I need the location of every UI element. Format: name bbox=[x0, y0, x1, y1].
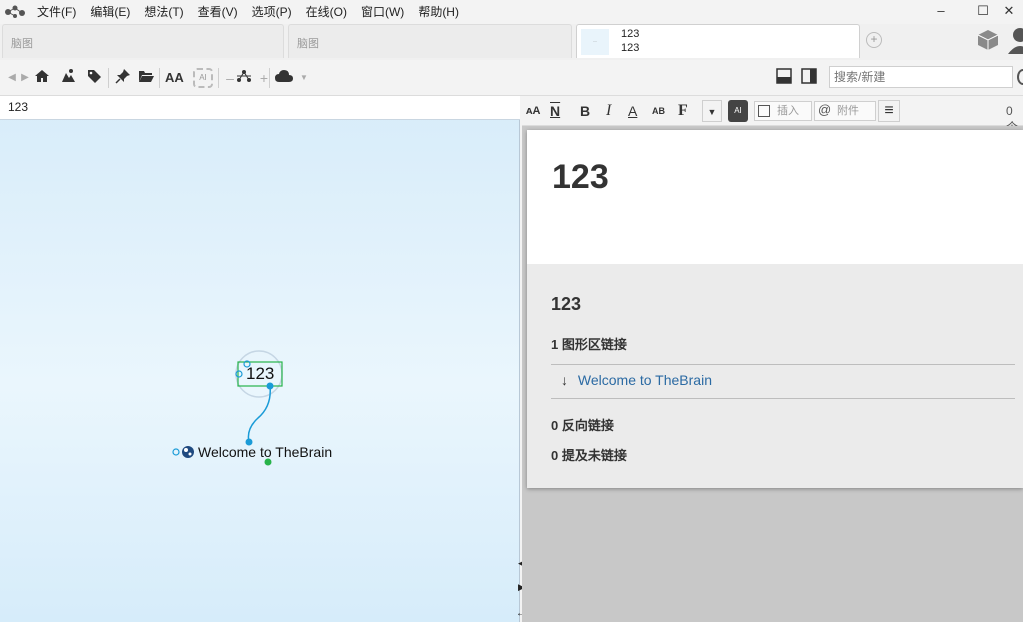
note-title[interactable]: 123 bbox=[552, 158, 609, 197]
arrow-down-icon: ↓ bbox=[561, 372, 568, 388]
menu-thought[interactable]: 想法(T) bbox=[137, 0, 190, 24]
menu-edit[interactable]: 编辑(E) bbox=[83, 0, 137, 24]
pin-icon[interactable] bbox=[115, 68, 131, 88]
search-icon[interactable] bbox=[1017, 69, 1023, 85]
tab-title-line2: 123 bbox=[621, 42, 640, 54]
format-dropdown-icon[interactable]: ▼ bbox=[702, 100, 722, 122]
note-card: 123 123 1 图形区链接 ↓ Welcome to TheBrain 0 … bbox=[527, 130, 1023, 488]
cloud-sync-icon[interactable] bbox=[275, 68, 293, 88]
menu-help[interactable]: 帮助(H) bbox=[411, 0, 466, 24]
toolbar-divider bbox=[269, 68, 270, 88]
menu-options[interactable]: 选项(P) bbox=[245, 0, 299, 24]
menu-window[interactable]: 窗口(W) bbox=[354, 0, 411, 24]
close-button[interactable]: ✕ bbox=[995, 0, 1023, 22]
tab-brain-1[interactable]: 脑图 bbox=[2, 24, 284, 58]
layout-right-icon[interactable] bbox=[801, 68, 817, 88]
toolbar-divider bbox=[159, 68, 160, 88]
ai-button[interactable]: AI bbox=[193, 68, 213, 88]
backlinks-heading: 0 反向链接 bbox=[551, 418, 614, 433]
add-tab-button[interactable]: + bbox=[866, 32, 882, 48]
text-size-icon[interactable]: ᴀA bbox=[526, 100, 540, 122]
menu-bar: 文件(F) 编辑(E) 想法(T) 查看(V) 选项(P) 在线(O) 窗口(W… bbox=[0, 0, 1023, 24]
ai-assist-icon[interactable]: AI bbox=[728, 100, 748, 122]
attachment-label: 附件 bbox=[837, 105, 859, 117]
brain-graph bbox=[172, 350, 283, 466]
tab-brain-2[interactable]: 脑图 bbox=[288, 24, 572, 58]
graph-links-heading: 1 图形区链接 bbox=[551, 337, 627, 352]
divider bbox=[551, 364, 1015, 365]
font-family-icon[interactable]: F bbox=[678, 100, 688, 122]
mentions-heading: 0 提及未链接 bbox=[551, 448, 627, 463]
link-label: Welcome to TheBrain bbox=[577, 372, 712, 388]
layout-bottom-icon[interactable] bbox=[776, 68, 792, 88]
note-editor[interactable]: 123 bbox=[527, 130, 1023, 264]
italic-icon[interactable]: I bbox=[606, 100, 611, 122]
brain-cube-icon[interactable] bbox=[976, 28, 1000, 55]
layout-icon[interactable] bbox=[236, 68, 252, 88]
toolbar-divider bbox=[218, 68, 219, 88]
link-welcome[interactable]: ↓ Welcome to TheBrain bbox=[561, 372, 712, 388]
tab-thumbnail: ·· bbox=[581, 29, 609, 55]
font-color-icon[interactable]: A bbox=[628, 100, 637, 122]
normal-text-icon[interactable]: N bbox=[550, 100, 560, 122]
tab-active-thought[interactable]: ·· 123 123 bbox=[576, 24, 860, 58]
editor-toolbar: ᴀA N B I A AB F ▼ AI 插入 附件 @ ≡ 0 个 bbox=[522, 96, 1023, 134]
folder-open-icon[interactable] bbox=[138, 68, 155, 88]
tab-bar: 脑图 脑图 ·· 123 123 + bbox=[0, 24, 1023, 60]
font-size-button[interactable]: AA bbox=[165, 68, 184, 88]
tab-title-line1: 123 bbox=[621, 28, 640, 40]
user-avatar-icon[interactable] bbox=[1006, 26, 1023, 57]
menu-online[interactable]: 在线(O) bbox=[299, 0, 354, 24]
divider bbox=[551, 398, 1015, 399]
chevron-down-icon[interactable]: ▼ bbox=[296, 68, 312, 88]
tab-label: 脑图 bbox=[11, 38, 33, 50]
tag-icon[interactable] bbox=[86, 68, 102, 88]
thought-child[interactable]: Welcome to TheBrain bbox=[198, 444, 332, 460]
highlight-icon[interactable]: AB bbox=[652, 100, 665, 122]
search-input[interactable] bbox=[829, 66, 1013, 88]
insert-label: 插入 bbox=[777, 105, 799, 117]
home-icon[interactable] bbox=[34, 68, 50, 88]
bold-icon[interactable]: B bbox=[580, 100, 590, 122]
map-icon[interactable] bbox=[60, 68, 76, 88]
tab-label: 脑图 bbox=[297, 38, 319, 50]
forward-icon[interactable]: ▶ bbox=[17, 68, 33, 88]
brain-pane[interactable]: 123 123 Welcome to TheBrain bbox=[0, 96, 520, 622]
paperclip-icon: @ bbox=[818, 102, 832, 117]
menu-file[interactable]: 文件(F) bbox=[30, 0, 83, 24]
insert-icon bbox=[758, 105, 770, 117]
thought-central[interactable]: 123 bbox=[246, 364, 274, 384]
thought-section-title: 123 bbox=[551, 294, 582, 314]
menu-icon[interactable]: ≡ bbox=[878, 100, 900, 122]
toolbar-divider bbox=[108, 68, 109, 88]
minimize-button[interactable]: – bbox=[918, 0, 964, 22]
app-logo-icon[interactable] bbox=[0, 0, 30, 24]
menu-view[interactable]: 查看(V) bbox=[191, 0, 245, 24]
